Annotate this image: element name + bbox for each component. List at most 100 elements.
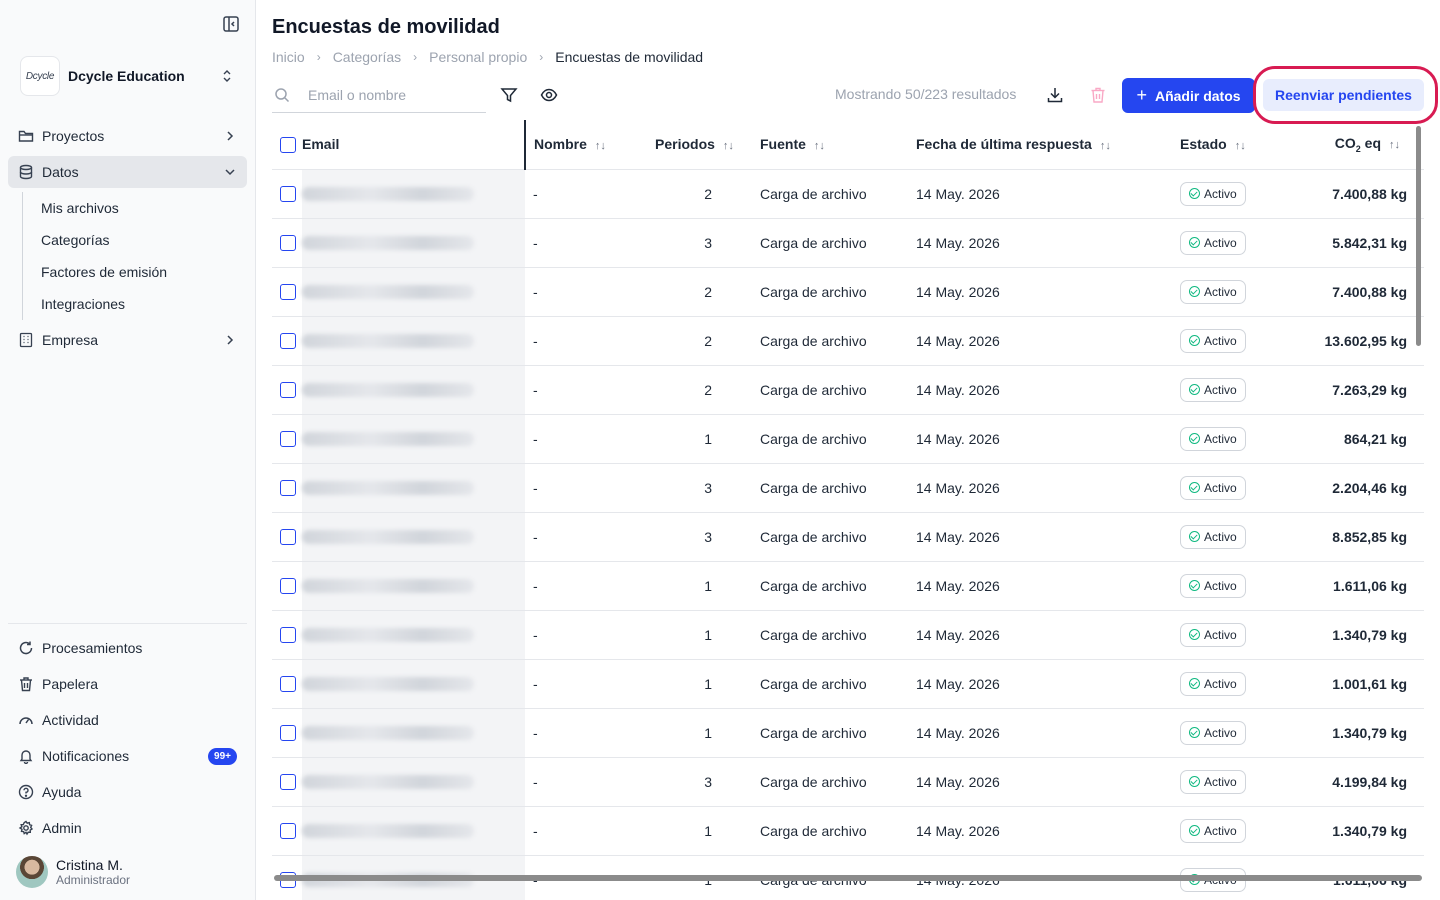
- download-icon[interactable]: [1046, 86, 1064, 104]
- row-checkbox[interactable]: [280, 284, 296, 301]
- table-row[interactable]: -1 Carga de archivo 14 May. 2026 Activo 864,…: [272, 414, 1424, 464]
- row-checkbox[interactable]: [280, 186, 296, 203]
- cell-email: [302, 414, 525, 464]
- table-row[interactable]: -2 Carga de archivo 14 May. 2026 Activo 13.6…: [272, 316, 1424, 366]
- cell-email: [302, 610, 525, 660]
- breadcrumb-current: Encuestas de movilidad: [555, 49, 704, 65]
- subnav-integraciones[interactable]: Integraciones: [23, 288, 247, 320]
- cell-periodos: 2: [633, 169, 760, 219]
- column-periodos[interactable]: Periodos ↑↓: [633, 120, 760, 170]
- table-row[interactable]: -3 Carga de archivo 14 May. 2026 Activo 4.19…: [272, 757, 1424, 807]
- row-checkbox[interactable]: [280, 529, 296, 546]
- column-co2[interactable]: CO2 eq ↑↓: [1296, 120, 1424, 170]
- row-checkbox[interactable]: [280, 431, 296, 448]
- check-circle-icon: [1189, 727, 1200, 738]
- breadcrumb-inicio[interactable]: Inicio: [272, 49, 305, 65]
- row-checkbox[interactable]: [280, 676, 296, 693]
- row-checkbox[interactable]: [280, 480, 296, 497]
- table-row[interactable]: -1 Carga de archivo 14 May. 2026 Activo 1.34…: [272, 708, 1424, 758]
- cell-nombre: -: [525, 463, 633, 513]
- plus-icon: +: [1136, 85, 1147, 105]
- help-circle-icon: [18, 784, 34, 800]
- table-row[interactable]: -3 Carga de archivo 14 May. 2026 Activo 8.85…: [272, 512, 1424, 562]
- nav-empresa[interactable]: Empresa: [8, 324, 247, 356]
- row-checkbox[interactable]: [280, 823, 296, 840]
- search-input[interactable]: [308, 87, 478, 103]
- add-data-button[interactable]: + Añadir datos: [1122, 78, 1255, 113]
- row-checkbox[interactable]: [280, 725, 296, 742]
- nav-proyectos-label: Proyectos: [42, 128, 105, 144]
- cell-fecha: 14 May. 2026: [916, 267, 1180, 317]
- table-row[interactable]: -3 Carga de archivo 14 May. 2026 Activo 2.20…: [272, 463, 1424, 513]
- check-circle-icon: [1189, 237, 1200, 248]
- nav-proyectos[interactable]: Proyectos: [8, 120, 247, 152]
- sort-icon[interactable]: ↑↓: [1100, 140, 1111, 152]
- sort-icon[interactable]: ↑↓: [723, 140, 734, 152]
- results-count: Mostrando 50/223 resultados: [835, 86, 1017, 102]
- table-row[interactable]: -2 Carga de archivo 14 May. 2026 Activo 7.26…: [272, 365, 1424, 415]
- column-email[interactable]: Email: [302, 120, 525, 170]
- status-badge: Activo: [1180, 181, 1246, 206]
- nav-notificaciones[interactable]: Notificaciones 99+: [8, 740, 247, 772]
- org-switcher[interactable]: Dcycle Dcycle Education: [20, 56, 242, 96]
- table-row[interactable]: -1 Carga de archivo 14 May. 2026 Activo 1.00…: [272, 659, 1424, 709]
- sort-icon[interactable]: ↑↓: [814, 140, 825, 152]
- row-checkbox[interactable]: [280, 774, 296, 791]
- nav-ayuda[interactable]: Ayuda: [8, 776, 247, 808]
- nav-datos[interactable]: Datos: [8, 156, 247, 188]
- check-circle-icon: [1189, 825, 1200, 836]
- column-nombre[interactable]: Nombre ↑↓: [524, 120, 633, 170]
- trash-icon[interactable]: [1089, 86, 1107, 104]
- subnav-categorias[interactable]: Categorías: [23, 224, 247, 256]
- table-row[interactable]: -2 Carga de archivo 14 May. 2026 Activo 7.40…: [272, 169, 1424, 219]
- vertical-scrollbar[interactable]: [1416, 126, 1421, 346]
- datos-subnav: Mis archivos Categorías Factores de emis…: [22, 192, 247, 320]
- filter-icon[interactable]: [500, 86, 518, 104]
- eye-icon[interactable]: [540, 86, 558, 104]
- nav-admin[interactable]: Admin: [8, 812, 247, 844]
- nav-procesamientos[interactable]: Procesamientos: [8, 632, 247, 664]
- breadcrumb-personal-propio[interactable]: Personal propio: [429, 49, 527, 65]
- cell-fecha: 14 May. 2026: [916, 414, 1180, 464]
- column-estado[interactable]: Estado ↑↓: [1180, 120, 1296, 170]
- cell-co2: 5.842,31 kg: [1296, 218, 1424, 268]
- row-checkbox[interactable]: [280, 578, 296, 595]
- nav-actividad[interactable]: Actividad: [8, 704, 247, 736]
- table-row[interactable]: -2 Carga de archivo 14 May. 2026 Activo 7.40…: [272, 267, 1424, 317]
- collapse-sidebar-icon[interactable]: [222, 15, 240, 33]
- sort-icon[interactable]: ↑↓: [1389, 139, 1400, 151]
- cell-email: [302, 659, 525, 709]
- nav-papelera[interactable]: Papelera: [8, 668, 247, 700]
- table-row[interactable]: -1 Carga de archivo 14 May. 2026 Activo 1.34…: [272, 806, 1424, 856]
- table-row[interactable]: -3 Carga de archivo 14 May. 2026 Activo 5.84…: [272, 218, 1424, 268]
- sort-icon[interactable]: ↑↓: [595, 140, 606, 152]
- column-fecha[interactable]: Fecha de última respuesta ↑↓: [916, 120, 1180, 170]
- cell-fuente: Carga de archivo: [760, 757, 916, 807]
- user-name: Cristina M.: [56, 857, 123, 873]
- row-checkbox[interactable]: [280, 627, 296, 644]
- redacted-email: [302, 333, 474, 348]
- check-circle-icon: [1189, 776, 1200, 787]
- row-checkbox[interactable]: [280, 333, 296, 350]
- select-all-checkbox[interactable]: [280, 136, 296, 153]
- breadcrumb-categorias[interactable]: Categorías: [333, 49, 401, 65]
- row-checkbox[interactable]: [280, 382, 296, 399]
- search-box: [272, 78, 486, 113]
- resend-pending-button[interactable]: Reenviar pendientes: [1263, 79, 1424, 111]
- subnav-factores-emision[interactable]: Factores de emisión: [23, 256, 247, 288]
- cell-estado: Activo: [1180, 316, 1296, 366]
- sort-icon[interactable]: ↑↓: [1235, 140, 1246, 152]
- column-fuente[interactable]: Fuente ↑↓: [760, 120, 916, 170]
- subnav-mis-archivos[interactable]: Mis archivos: [23, 192, 247, 224]
- table-row[interactable]: -1 Carga de archivo 14 May. 2026 Activo 1.34…: [272, 610, 1424, 660]
- search-icon: [275, 88, 290, 103]
- user-profile[interactable]: Cristina M. Administrador: [16, 856, 130, 888]
- row-checkbox[interactable]: [280, 235, 296, 252]
- cell-co2: 4.199,84 kg: [1296, 757, 1424, 807]
- cell-co2: 1.611,06 kg: [1296, 561, 1424, 611]
- cell-co2: 13.602,95 kg: [1296, 316, 1424, 366]
- table-row[interactable]: -1Carga de archivo14 May. 2026Activo 1.61…: [272, 561, 1424, 611]
- cell-email: [302, 316, 525, 366]
- main-nav: Proyectos Datos Mis archivos Categorías …: [8, 120, 247, 360]
- horizontal-scrollbar[interactable]: [274, 875, 1422, 881]
